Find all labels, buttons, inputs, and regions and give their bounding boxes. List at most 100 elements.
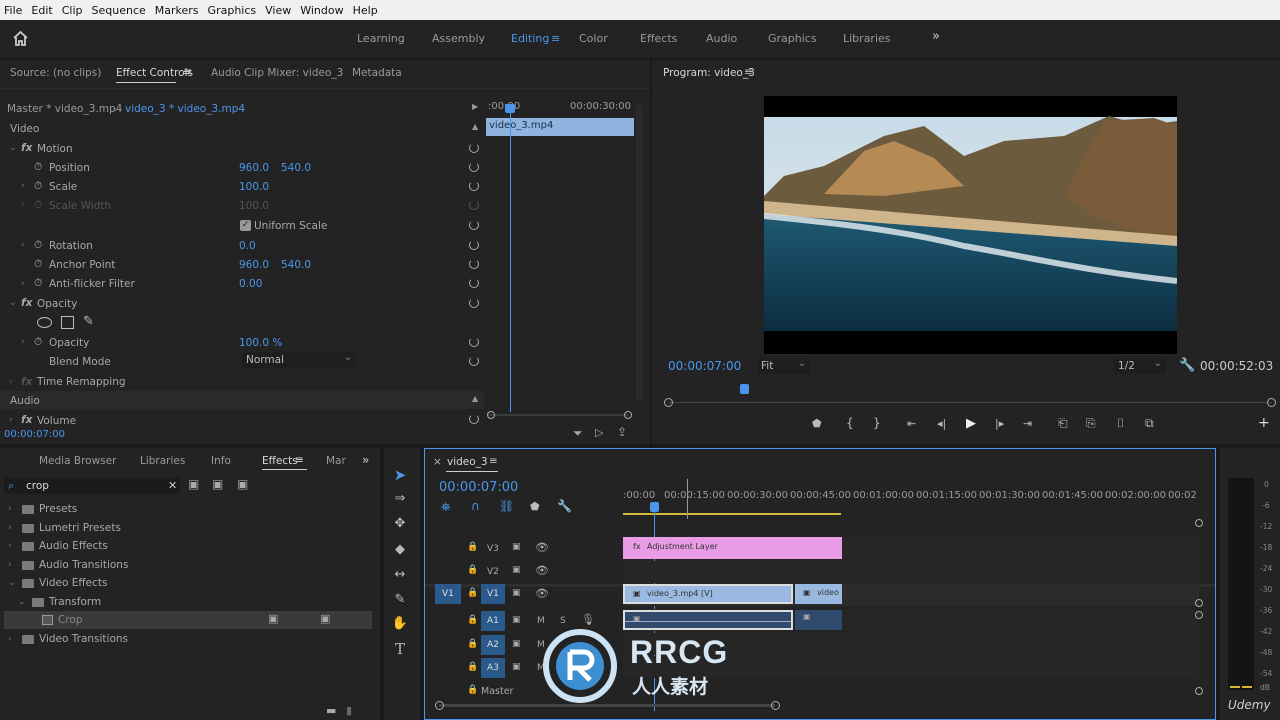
- twisty-open-icon[interactable]: ⌄: [9, 298, 17, 308]
- audio-scroll-handle[interactable]: [1195, 611, 1203, 619]
- tab-menu-icon[interactable]: ≡: [183, 66, 192, 78]
- tree-audio-transitions[interactable]: Audio Transitions: [39, 559, 128, 571]
- reset-icon[interactable]: [469, 181, 479, 191]
- scrub-handle-left[interactable]: [664, 398, 673, 407]
- scale-value[interactable]: 100.0: [239, 181, 269, 193]
- timeline-zoom-handle-right[interactable]: [771, 701, 780, 710]
- sync-lock-icon[interactable]: ▣: [512, 615, 521, 625]
- tab-metadata[interactable]: Metadata: [352, 67, 402, 79]
- menu-view[interactable]: View: [265, 4, 291, 17]
- play-icon[interactable]: ▶: [966, 416, 976, 431]
- linked-selection-icon[interactable]: ⛓: [499, 499, 514, 513]
- nest-icon[interactable]: ⛯: [441, 500, 451, 515]
- settings-wrench-icon[interactable]: 🔧: [557, 499, 572, 513]
- accelerated-effects-icon[interactable]: ▣: [188, 477, 199, 491]
- mini-playhead-handle[interactable]: [505, 104, 515, 113]
- tree-crop[interactable]: Crop: [58, 614, 83, 626]
- workspace-effects[interactable]: Effects: [640, 32, 677, 45]
- twisty-closed-icon[interactable]: ›: [21, 279, 25, 289]
- lock-icon[interactable]: 🔒: [467, 542, 478, 552]
- stopwatch-icon[interactable]: ⏱: [34, 336, 42, 349]
- hand-tool-icon[interactable]: ✋: [391, 615, 409, 633]
- sync-lock-icon[interactable]: ▣: [512, 639, 521, 649]
- menu-help[interactable]: Help: [353, 4, 378, 17]
- tab-source[interactable]: Source: (no clips): [10, 67, 101, 79]
- workspace-editing[interactable]: Editing: [511, 32, 549, 45]
- twisty-open-icon[interactable]: ⌄: [9, 143, 17, 153]
- tab-effect-controls[interactable]: Effect Controls: [116, 67, 193, 79]
- slip-tool-icon[interactable]: ↔: [391, 566, 409, 584]
- sync-lock-icon[interactable]: ▣: [512, 662, 521, 672]
- tree-audio-effects[interactable]: Audio Effects: [39, 540, 108, 552]
- sync-lock-icon[interactable]: ▣: [512, 588, 521, 598]
- menu-sequence[interactable]: Sequence: [92, 4, 146, 17]
- mark-out-icon[interactable]: }: [873, 416, 881, 430]
- anchor-x-value[interactable]: 960.0: [239, 259, 269, 271]
- menu-markers[interactable]: Markers: [155, 4, 199, 17]
- pen-mask-icon[interactable]: ✎: [83, 314, 94, 329]
- video-scroll-handle-bottom[interactable]: [1195, 599, 1203, 607]
- tab-markers[interactable]: Mar: [326, 455, 346, 467]
- menu-graphics[interactable]: Graphics: [208, 4, 257, 17]
- sequence-tab[interactable]: video_3: [447, 456, 488, 468]
- tree-transform[interactable]: Transform: [49, 596, 101, 608]
- effect-controls-timecode[interactable]: 00:00:07:00: [4, 429, 65, 440]
- stopwatch-icon[interactable]: ⏱: [34, 180, 42, 193]
- adjustment-layer-clip[interactable]: fx Adjustment Layer: [623, 537, 842, 559]
- stopwatch-icon[interactable]: ⏱: [34, 258, 42, 271]
- twisty-closed-icon[interactable]: ›: [21, 240, 25, 250]
- workspace-assembly[interactable]: Assembly: [432, 32, 485, 45]
- collapse-up-icon[interactable]: ▲: [472, 122, 478, 131]
- chevron-down-icon[interactable]: ⌄: [111, 102, 120, 114]
- scrub-handle-right[interactable]: [1267, 398, 1276, 407]
- track-v3-label[interactable]: V3: [487, 544, 499, 554]
- add-marker-icon[interactable]: ⬟: [530, 500, 540, 513]
- video-scroll-handle[interactable]: [1195, 519, 1203, 527]
- panel-menu-icon[interactable]: ≡: [489, 455, 498, 467]
- track-a3-target[interactable]: A3: [481, 658, 505, 678]
- audio-clip-a1-second[interactable]: ▣: [795, 610, 842, 630]
- panel-menu-icon[interactable]: ≡: [744, 66, 753, 78]
- tab-info[interactable]: Info: [211, 455, 231, 467]
- source-patch-v1[interactable]: V1: [435, 584, 461, 604]
- workspace-editing-menu-icon[interactable]: ≡: [551, 32, 560, 45]
- mini-playhead[interactable]: [510, 107, 511, 412]
- zoom-handle-right[interactable]: [624, 411, 632, 419]
- rotation-value[interactable]: 0.0: [239, 240, 256, 252]
- stopwatch-icon[interactable]: ⏱: [34, 161, 42, 174]
- add-marker-icon[interactable]: ⬟: [812, 417, 822, 430]
- wrench-icon[interactable]: 🔧: [1179, 358, 1195, 373]
- workspace-graphics[interactable]: Graphics: [768, 32, 817, 45]
- rectangle-mask-icon[interactable]: [61, 316, 74, 329]
- sequence-clip-label[interactable]: video_3 * video_3.mp4: [125, 103, 245, 115]
- stopwatch-icon[interactable]: ⏱: [34, 239, 42, 252]
- reset-icon[interactable]: [469, 337, 479, 347]
- reset-icon[interactable]: [469, 162, 479, 172]
- more-tabs-icon[interactable]: »: [362, 453, 369, 467]
- audio-scroll-handle-bottom[interactable]: [1195, 687, 1203, 695]
- eye-icon[interactable]: 👁: [535, 541, 549, 554]
- play-only-audio-icon[interactable]: ▷: [595, 426, 603, 439]
- home-icon[interactable]: [12, 30, 29, 46]
- ellipse-mask-icon[interactable]: [37, 317, 52, 328]
- uniform-scale-checkbox[interactable]: ✓: [240, 220, 251, 231]
- menu-edit[interactable]: Edit: [31, 4, 52, 17]
- lock-icon[interactable]: 🔒: [467, 639, 478, 649]
- delete-icon[interactable]: ▮: [346, 704, 352, 717]
- program-monitor-title[interactable]: Program: video_3: [663, 67, 755, 79]
- step-forward-icon[interactable]: |▸: [995, 417, 1004, 430]
- workspace-more-button[interactable]: »: [932, 29, 940, 44]
- reset-icon[interactable]: [469, 240, 479, 250]
- position-y-value[interactable]: 540.0: [281, 162, 311, 174]
- reset-icon[interactable]: [469, 220, 479, 230]
- tab-audio-clip-mixer[interactable]: Audio Clip Mixer: video_3: [211, 67, 343, 79]
- menu-file[interactable]: File: [4, 4, 22, 17]
- effects-search-field[interactable]: ⌕ crop ✕: [4, 478, 180, 494]
- tree-video-transitions[interactable]: Video Transitions: [39, 633, 128, 645]
- twisty-open-icon[interactable]: ⌄: [8, 578, 16, 588]
- search-input[interactable]: crop: [26, 480, 49, 492]
- track-a2-target[interactable]: A2: [481, 635, 505, 655]
- selection-tool-icon[interactable]: ➤: [391, 466, 409, 484]
- lock-icon[interactable]: 🔒: [467, 615, 478, 625]
- track-select-tool-icon[interactable]: ⇒: [391, 490, 409, 508]
